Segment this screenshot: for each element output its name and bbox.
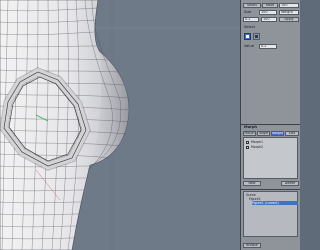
- list-item[interactable]: Morph1: [246, 140, 263, 144]
- tab-morph[interactable]: Morph: [243, 131, 256, 136]
- expand-icon[interactable]: [246, 140, 249, 144]
- expand-icon[interactable]: [246, 145, 249, 149]
- select-mode-button[interactable]: Select: [243, 3, 261, 8]
- tab-target[interactable]: Target: [257, 131, 270, 136]
- scene-tree[interactable]: Scene Figure1 Figure1 (current): [243, 191, 298, 237]
- weight-field[interactable]: 0.2: [243, 17, 259, 22]
- delete-button[interactable]: Delete: [281, 181, 299, 186]
- 3d-viewport[interactable]: [0, 0, 240, 250]
- brush-tool-icon[interactable]: [244, 33, 251, 40]
- browse-button[interactable]: Browse: [243, 243, 261, 248]
- properties-panel: Select Move 100 Size 100 Weight 0.2 100 …: [240, 0, 300, 250]
- morph-list[interactable]: Morph1 Morph2: [243, 137, 298, 179]
- viewport-canvas[interactable]: [0, 0, 240, 250]
- mode-field[interactable]: Weight: [279, 10, 299, 15]
- apply-button[interactable]: Apply: [279, 17, 299, 22]
- pin-tool-icon[interactable]: [253, 33, 260, 40]
- move-mode-button[interactable]: Move: [262, 3, 278, 8]
- new-button[interactable]: New: [243, 181, 261, 186]
- tree-item-figure-current[interactable]: Figure1 (current): [252, 201, 298, 205]
- morph-section-label: Morph: [244, 125, 257, 129]
- size-field[interactable]: 100: [259, 10, 277, 15]
- section-divider: [241, 189, 300, 190]
- value-field[interactable]: 0.2: [259, 44, 277, 49]
- size-label: Size: [244, 10, 252, 14]
- tab-edit[interactable]: Edit: [285, 131, 299, 136]
- falloff-field[interactable]: 100: [261, 17, 277, 22]
- name-field[interactable]: 100: [279, 3, 299, 8]
- value-label: Value: [244, 44, 254, 48]
- tab-weight[interactable]: Weight: [271, 131, 284, 136]
- tool-options-label: Select: [244, 25, 256, 29]
- list-item[interactable]: Morph2: [246, 145, 263, 149]
